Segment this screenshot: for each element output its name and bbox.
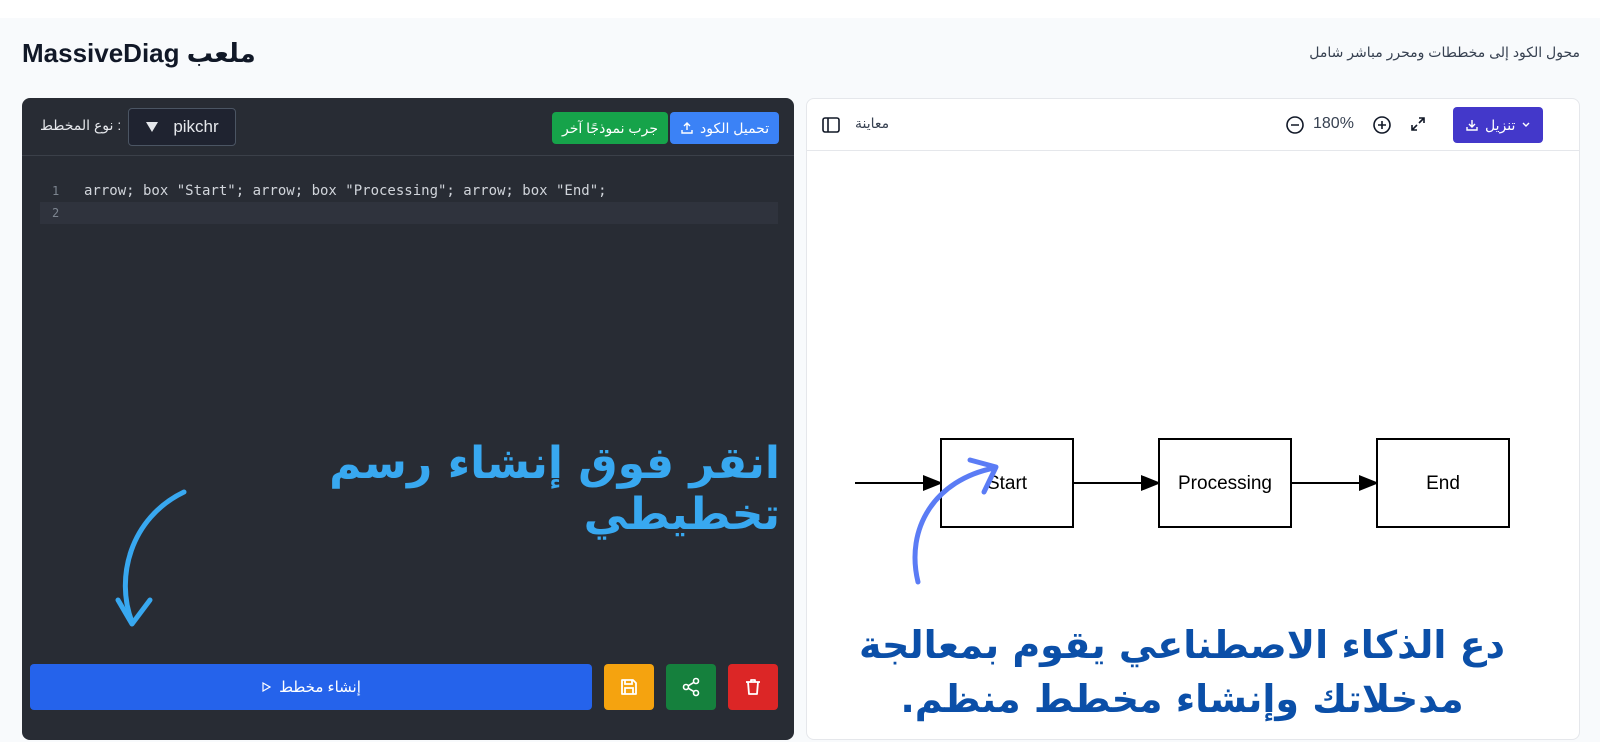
annotation-ai-processing: دع الذكاء الاصطناعي يقوم بمعالجة مدخلاتك…: [858, 623, 1506, 721]
annotation-arrowhead-left: [115, 597, 153, 627]
annotation-arrow-right: [912, 465, 997, 585]
annotation-click-generate: انقر فوق إنشاء رسم تخطيطي: [329, 438, 780, 540]
annotation-arrow-left: [122, 489, 187, 625]
app-page: MassiveDiag ملعب محول الكود إلى مخططات و…: [0, 18, 1600, 742]
